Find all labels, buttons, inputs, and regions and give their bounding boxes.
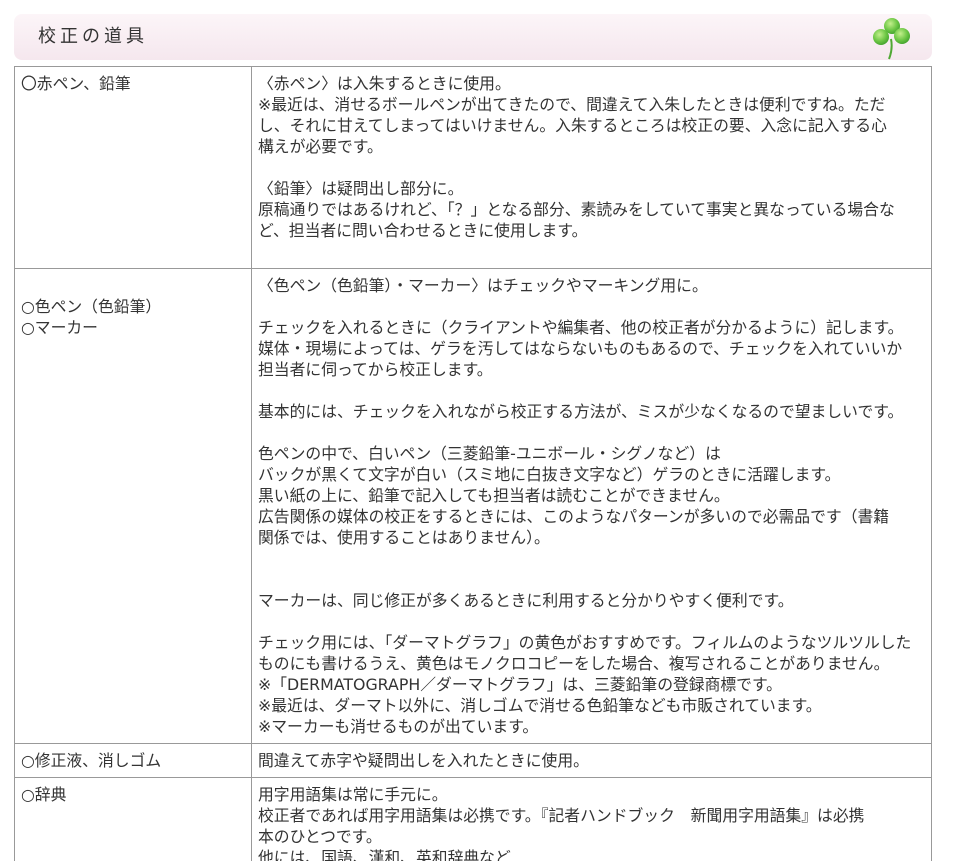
description-line: チェック用には、「ダーマトグラフ」の黄色がおすすめです。フィルムのようなツルツル… [258, 633, 912, 652]
tool-cell: ○色ペン（色鉛筆） ○マーカー [15, 269, 252, 743]
description-line: 他には、国語、漢和、英和辞典など [258, 848, 511, 861]
description-cell: 〈赤ペン〉は入朱するときに使用。 ※最近は、消せるボールペンが出てきたので、間違… [252, 67, 931, 268]
description-line: 〈赤ペン〉は入朱するときに使用。 [258, 74, 511, 93]
description-line: マーカーは、同じ修正が多くあるときに利用すると分かりやすく便利です。 [258, 591, 794, 610]
tool-cell: ○修正液、消しゴム [15, 744, 252, 777]
table-row-correction-fluid-eraser: ○修正液、消しゴム 間違えて赤字や疑問出しを入れたときに使用。 [14, 744, 932, 778]
description-line: ※最近は、消せるボールペンが出てきたので、間違えて入朱したときは便利ですね。ただ [258, 95, 886, 114]
description-line: ど、担当者に問い合わせるときに使用します。 [258, 221, 588, 240]
clover-stem [888, 38, 893, 60]
description-line: 用字用語集は常に手元に。 [258, 785, 448, 804]
tool-name: 〇赤ペン、鉛筆 [21, 74, 131, 93]
table-row-color-pen-marker: ○色ペン（色鉛筆） ○マーカー 〈色ペン（色鉛筆）・マーカー〉はチェックやマーキ… [14, 269, 932, 744]
description-cell: 用字用語集は常に手元に。 校正者であれば用字用語集は必携です。『記者ハンドブック… [252, 778, 931, 861]
tool-name: ○マーカー [21, 318, 98, 337]
description-line: ※マーカーも消せるものが出ています。 [258, 717, 539, 736]
clover-leaf-left [873, 29, 889, 45]
tool-cell: 〇赤ペン、鉛筆 [15, 67, 252, 268]
tool-name: ○辞典 [21, 785, 67, 804]
tool-name: ○色ペン（色鉛筆） [21, 297, 162, 316]
description-cell: 〈色ペン（色鉛筆）・マーカー〉はチェックやマーキング用に。 チェックを入れるとき… [252, 269, 931, 743]
description-cell: 間違えて赤字や疑問出しを入れたときに使用。 [252, 744, 931, 777]
tools-table: 〇赤ペン、鉛筆 〈赤ペン〉は入朱するときに使用。 ※最近は、消せるボールペンが出… [14, 66, 932, 861]
description-line: 〈色ペン（色鉛筆）・マーカー〉はチェックやマーキング用に。 [258, 276, 708, 295]
table-row-red-pen-pencil: 〇赤ペン、鉛筆 〈赤ペン〉は入朱するときに使用。 ※最近は、消せるボールペンが出… [14, 66, 932, 269]
description-line: バックが黒くて文字が白い（スミ地に白抜き文字など）ゲラのときに活躍します。 [258, 465, 841, 484]
page-title: 校正の道具 [38, 26, 148, 47]
description-line: 黒い紙の上に、鉛筆で記入しても担当者は読むことができません。 [258, 486, 730, 505]
description-line: 基本的には、チェックを入れながら校正する方法が、ミスが少なくなるので望ましいです… [258, 402, 904, 421]
description-line: 校正者であれば用字用語集は必携です。『記者ハンドブック 新聞用字用語集』は必携 [258, 806, 865, 825]
description-line: し、それに甘えてしまってはいけません。入朱するところは校正の要、入念に記入する心 [258, 116, 887, 135]
section-header: 校正の道具 [14, 14, 932, 60]
description-line: 色ペンの中で、白いペン（三菱鉛筆-ユニボール・シグノなど）は [258, 444, 721, 463]
description-line: 関係では、使用することはありません）。 [258, 528, 550, 547]
description-line: 構えが必要です。 [258, 137, 383, 156]
clover-icon [873, 18, 910, 60]
description-line: ※「DERMATOGRAPH／ダーマトグラフ」は、三菱鉛筆の登録商標です。 [258, 675, 782, 694]
description-line: ※最近は、ダーマト以外に、消しゴムで消せる色鉛筆なども市販されています。 [258, 696, 822, 715]
description-line: 〈鉛筆〉は疑問出し部分に。 [258, 179, 464, 198]
clover-leaf-right [894, 28, 910, 44]
tool-name: ○修正液、消しゴム [21, 751, 162, 770]
description-line: 本のひとつです。 [258, 827, 382, 846]
description-line: チェックを入れるときに（クライアントや編集者、他の校正者が分かるように）記します… [258, 318, 904, 337]
description-line: 間違えて赤字や疑問出しを入れたときに使用。 [258, 751, 589, 770]
tool-cell: ○辞典 [15, 778, 252, 861]
description-line: 広告関係の媒体の校正をするときには、このようなパターンが多いので必需品です（書籍 [258, 507, 890, 526]
table-row-dictionary: ○辞典 用字用語集は常に手元に。 校正者であれば用字用語集は必携です。『記者ハン… [14, 778, 932, 861]
description-line: 原稿通りではあるけれど、「？」となる部分、素読みをしていて事実と異なっている場合… [258, 200, 895, 219]
description-line: 媒体・現場によっては、ゲラを汚してはならないものもあるので、チェックを入れていい… [258, 339, 903, 358]
description-line: 担当者に伺ってから校正します。 [258, 360, 493, 379]
description-line: ものにも書けるうえ、黄色はモノクロコピーをした場合、複写されることがありません。 [258, 654, 890, 673]
